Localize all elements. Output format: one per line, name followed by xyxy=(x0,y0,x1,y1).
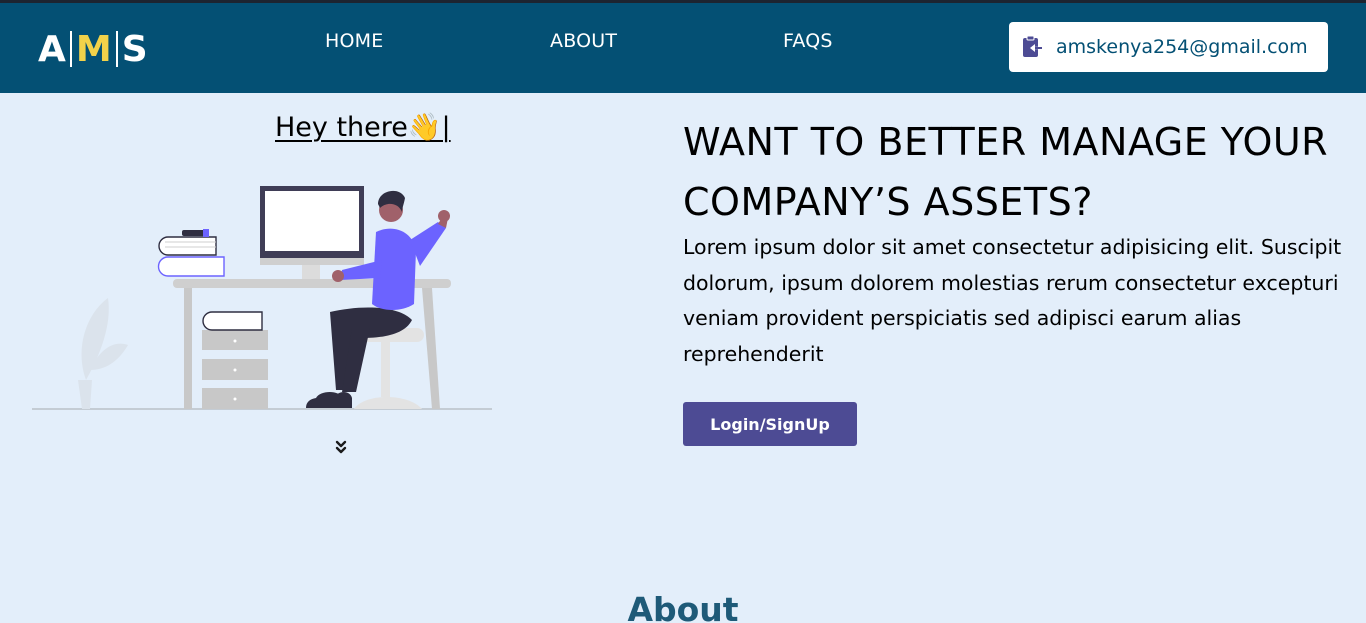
contact-email-text[interactable]: amskenya254@gmail.com xyxy=(1056,36,1308,58)
double-chevron-down-icon[interactable] xyxy=(334,440,348,456)
nav-faqs-link[interactable]: FAQS xyxy=(783,30,833,52)
logo-letter-s: S xyxy=(121,28,148,70)
nav-about-link[interactable]: ABOUT xyxy=(550,30,617,52)
logo-divider xyxy=(69,31,72,67)
hero-description: Lorem ipsum dolor sit amet consectetur a… xyxy=(683,235,1342,366)
nav-home-link[interactable]: HOME xyxy=(325,30,383,52)
hero-greeting: Hey there👋| xyxy=(275,112,451,143)
contact-email-box[interactable]: amskenya254@gmail.com xyxy=(1009,22,1328,72)
logo-divider xyxy=(115,31,118,67)
site-header: A M S HOME ABOUT FAQS amskenya254@gmail.… xyxy=(0,3,1366,93)
logo-letter-a: A xyxy=(38,28,66,70)
about-section-title: About xyxy=(627,590,739,623)
clipboard-arrow-icon xyxy=(1023,35,1042,57)
ams-logo[interactable]: A M S xyxy=(38,28,148,70)
logo-letter-m: M xyxy=(75,28,112,70)
desk-worker-illustration xyxy=(32,186,492,410)
login-signup-button[interactable]: Login/SignUp xyxy=(683,402,857,446)
hero-headline: WANT TO BETTER MANAGE YOUR COMPANY’S ASS… xyxy=(683,120,1329,224)
